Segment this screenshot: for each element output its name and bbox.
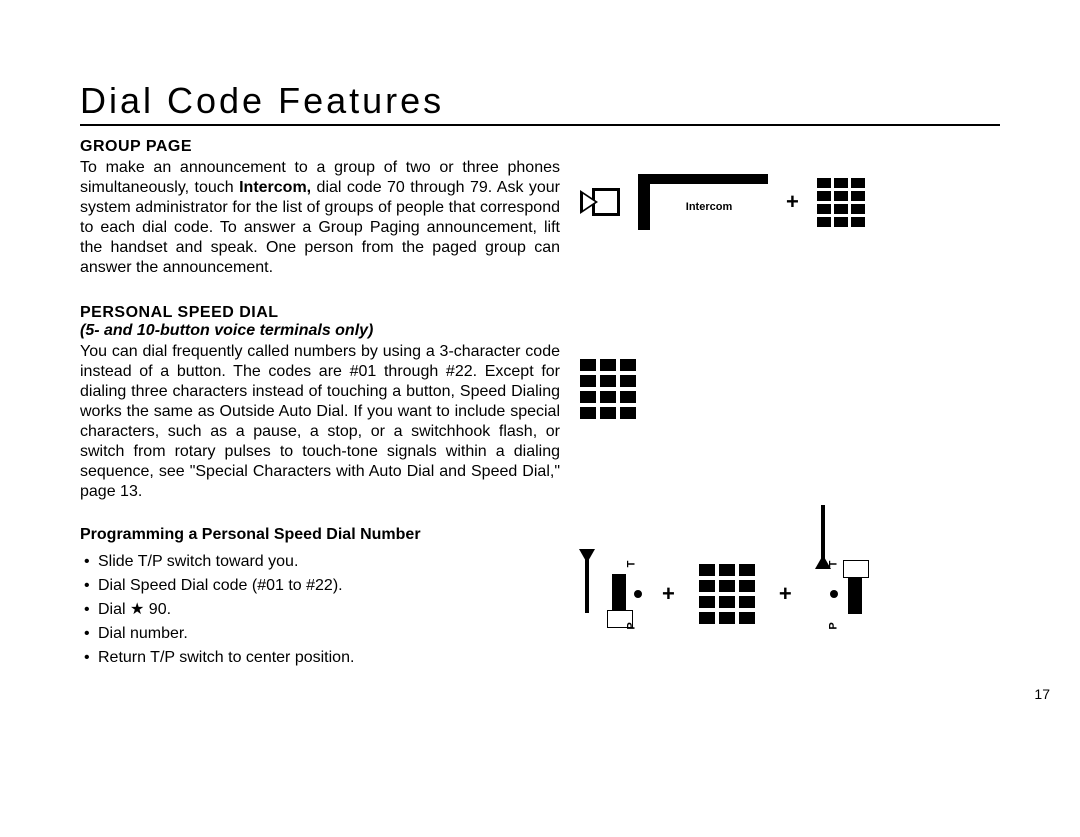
speed-dial-heading: PERSONAL SPEED DIAL <box>80 304 560 322</box>
figure-speed-dial <box>580 359 636 419</box>
arrow-down-icon <box>580 559 596 629</box>
triangle-icon <box>580 190 598 214</box>
figure-group-page: Intercom + <box>580 174 865 230</box>
group-page-body: To make an announcement to a group of tw… <box>80 158 560 278</box>
speed-dial-subheading: (5- and 10-button voice terminals only) <box>80 322 560 340</box>
plus-icon: + <box>779 581 792 607</box>
text-column: GROUP PAGE To make an announcement to a … <box>80 134 560 670</box>
step-item: Slide T/P switch toward you. <box>98 550 560 574</box>
tp-switch-down-icon: T P <box>598 554 638 634</box>
plus-icon: + <box>662 581 675 607</box>
keypad-icon <box>699 564 755 624</box>
speed-dial-body: You can dial frequently called numbers b… <box>80 342 560 502</box>
switch-label-t: T <box>827 561 839 568</box>
programming-steps-list: Slide T/P switch toward you. Dial Speed … <box>80 550 560 670</box>
programming-heading: Programming a Personal Speed Dial Number <box>80 526 560 544</box>
switch-up-group: T P <box>816 554 874 634</box>
tp-switch-up-icon: T P <box>834 554 874 634</box>
step-item: Return T/P switch to center position. <box>98 646 560 670</box>
intercom-button-face: Intercom <box>650 184 768 230</box>
switch-label-t: T <box>625 561 637 568</box>
speed-dial-section: PERSONAL SPEED DIAL (5- and 10-button vo… <box>80 304 560 502</box>
keypad-icon <box>580 359 636 419</box>
figure-column: Intercom + <box>580 134 1000 670</box>
step-item: Dial ★ 90. <box>98 598 560 622</box>
switch-label-p: P <box>626 622 638 629</box>
page: Dial Code Features GROUP PAGE To make an… <box>0 0 1080 837</box>
step-item: Dial Speed Dial code (#01 to #22). <box>98 574 560 598</box>
content-area: Dial Code Features GROUP PAGE To make an… <box>80 80 1000 670</box>
speaker-icon <box>580 188 620 216</box>
switch-down-group: T P <box>580 554 638 634</box>
intercom-button-graphic: Intercom <box>638 174 768 230</box>
intercom-button-label: Intercom <box>686 201 732 213</box>
step-item: Dial number. <box>98 622 560 646</box>
figure-programming: T P + + <box>580 554 874 634</box>
plus-icon: + <box>786 189 799 215</box>
page-title: Dial Code Features <box>80 80 1000 126</box>
keypad-icon <box>817 178 865 227</box>
group-page-heading: GROUP PAGE <box>80 138 560 156</box>
intercom-bold-word: Intercom, <box>239 179 311 196</box>
two-column-layout: GROUP PAGE To make an announcement to a … <box>80 134 1000 670</box>
switch-label-p: P <box>827 622 839 629</box>
page-number: 17 <box>1034 686 1050 702</box>
